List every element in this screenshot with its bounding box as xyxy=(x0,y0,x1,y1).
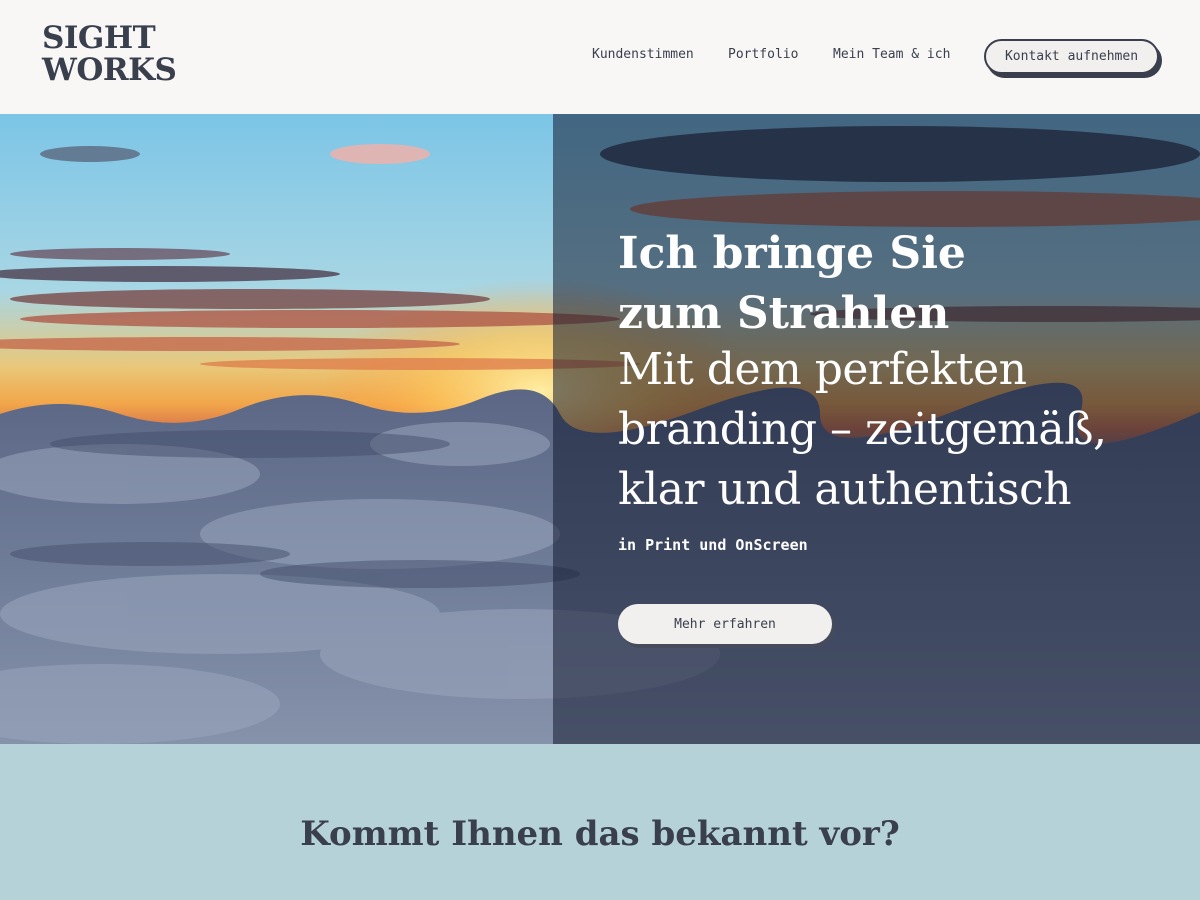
hero-subtitle-line-2: branding – zeitgemäß, xyxy=(618,404,1107,455)
hero-title-line-2: zum Strahlen xyxy=(618,288,950,339)
logo-line-2: WORKS xyxy=(42,52,177,88)
hero-title-line-1: Ich bringe Sie xyxy=(618,228,966,279)
section-title: Kommt Ihnen das bekannt vor? xyxy=(300,814,900,854)
hero-subtitle: Mit dem perfekten branding – zeitgemäß, … xyxy=(618,340,1188,520)
site-header: SIGHT WORKS Kundenstimmen Portfolio Mein… xyxy=(0,0,1200,114)
logo[interactable]: SIGHT WORKS xyxy=(42,20,177,88)
contact-button[interactable]: Kontakt aufnehmen xyxy=(984,39,1159,74)
hero-tagline: in Print und OnScreen xyxy=(618,536,808,554)
hero-subtitle-line-3: klar und authentisch xyxy=(618,464,1072,515)
nav-item-kundenstimmen[interactable]: Kundenstimmen xyxy=(592,47,694,62)
nav-item-team[interactable]: Mein Team & ich xyxy=(833,47,950,62)
learn-more-button[interactable]: Mehr erfahren xyxy=(618,604,832,644)
hero-title: Ich bringe Sie zum Strahlen xyxy=(618,224,1178,344)
logo-line-1: SIGHT xyxy=(42,20,156,56)
intro-section: Kommt Ihnen das bekannt vor? xyxy=(0,744,1200,900)
hero-subtitle-line-1: Mit dem perfekten xyxy=(618,344,1027,395)
nav-item-portfolio[interactable]: Portfolio xyxy=(728,47,798,62)
hero-section: Ich bringe Sie zum Strahlen Mit dem perf… xyxy=(0,114,1200,744)
